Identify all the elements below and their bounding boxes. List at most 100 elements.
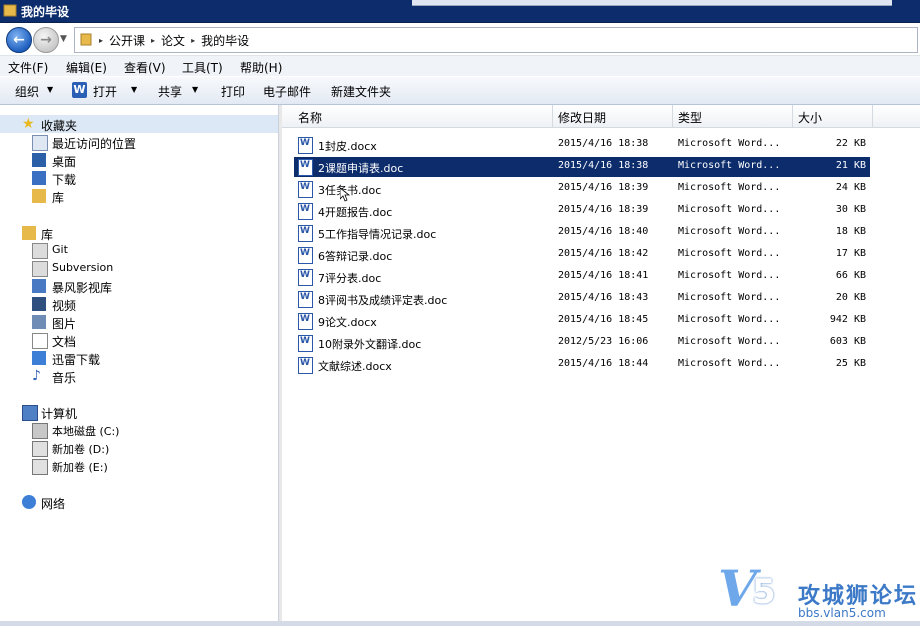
file-date: 2015/4/16 18:39 [558, 182, 649, 193]
file-size: 24 KB [835, 182, 866, 193]
file-row[interactable]: 6答辩记录.doc 2015/4/16 18:42 Microsoft Word..… [294, 245, 870, 265]
print-button[interactable]: 打印 [221, 83, 245, 100]
file-size: 25 KB [835, 358, 866, 369]
forward-button[interactable]: → [33, 27, 59, 53]
nav-documents[interactable]: 文档 [52, 333, 76, 350]
menu-help[interactable]: 帮助(H) [240, 59, 282, 76]
breadcrumb-item[interactable]: 公开课 [109, 32, 145, 49]
breadcrumb-item[interactable]: 论文 [161, 32, 185, 49]
nav-library-fav[interactable]: 库 [52, 189, 64, 206]
file-date: 2015/4/16 18:40 [558, 226, 649, 237]
file-size: 942 KB [829, 314, 866, 325]
word-document-icon [298, 313, 313, 330]
video-icon [32, 297, 46, 311]
file-date: 2015/4/16 18:44 [558, 358, 649, 369]
nav-libraries[interactable]: 库 [41, 226, 53, 243]
file-type: Microsoft Word... [678, 336, 781, 347]
nav-desktop[interactable]: 桌面 [52, 153, 76, 170]
nav-recent[interactable]: 最近访问的位置 [52, 135, 136, 152]
menu-edit[interactable]: 编辑(E) [66, 59, 107, 76]
organize-button[interactable]: 组织 [15, 83, 39, 100]
file-name: 9论文.docx [318, 316, 377, 329]
file-row[interactable]: 1封皮.docx 2015/4/16 18:38 Microsoft Word...… [294, 135, 870, 155]
back-button[interactable]: ← [6, 27, 32, 53]
file-date: 2015/4/16 18:38 [558, 138, 649, 149]
file-type: Microsoft Word... [678, 138, 781, 149]
open-button[interactable]: 打开 [93, 83, 117, 100]
file-date: 2015/4/16 18:43 [558, 292, 649, 303]
file-type: Microsoft Word... [678, 248, 781, 259]
title-bar: 我的毕设 [0, 0, 920, 23]
word-document-icon [298, 357, 313, 374]
file-date: 2015/4/16 18:39 [558, 204, 649, 215]
back-arrow-icon: ← [13, 32, 25, 48]
address-field[interactable]: ▸ 公开课 ▸ 论文 ▸ 我的毕设 [74, 27, 918, 53]
file-row[interactable]: 2课题申请表.doc 2015/4/16 18:38 Microsoft Word.… [294, 157, 870, 177]
column-header-size[interactable]: 大小 [798, 109, 822, 126]
file-name: 5工作指导情况记录.doc [318, 228, 437, 241]
file-row[interactable]: 10附录外文翻译.doc 2012/5/23 16:06 Microsoft Wor… [294, 333, 870, 353]
nav-baofeng[interactable]: 暴风影视库 [52, 279, 112, 296]
menu-file[interactable]: 文件(F) [8, 59, 48, 76]
file-type: Microsoft Word... [678, 204, 781, 215]
nav-videos[interactable]: 视频 [52, 297, 76, 314]
column-header-date[interactable]: 修改日期 [558, 109, 606, 126]
watermark-url: bbs.vlan5.com [798, 606, 886, 620]
documents-icon [32, 333, 48, 349]
nav-downloads[interactable]: 下载 [52, 171, 76, 188]
nav-network[interactable]: 网络 [41, 495, 65, 512]
file-row[interactable]: 3任务书.doc2015/4/16 18:39Microsoft Word...… [294, 179, 870, 199]
chevron-down-icon[interactable]: ▼ [192, 85, 198, 94]
share-button[interactable]: 共享 [158, 83, 182, 100]
chevron-right-icon[interactable]: ▸ [99, 36, 103, 45]
chevron-right-icon[interactable]: ▸ [191, 36, 195, 45]
column-divider[interactable] [672, 105, 673, 127]
file-size: 66 KB [835, 270, 866, 281]
nav-drive-d[interactable]: 新加卷 (D:) [52, 441, 109, 457]
nav-drive-c[interactable]: 本地磁盘 (C:) [52, 423, 119, 439]
word-document-icon [298, 159, 313, 176]
nav-xunlei[interactable]: 迅雷下载 [52, 351, 100, 368]
nav-favorites[interactable]: 收藏夹 [41, 117, 77, 134]
column-header-name[interactable]: 名称 [298, 109, 322, 126]
nav-pictures[interactable]: 图片 [52, 315, 76, 332]
forward-arrow-icon: → [40, 32, 52, 48]
file-type: Microsoft Word... [678, 160, 781, 171]
nav-music[interactable]: 音乐 [52, 369, 76, 386]
column-divider[interactable] [552, 105, 553, 127]
word-document-icon [298, 137, 313, 154]
nav-git[interactable]: Git [52, 243, 68, 256]
watermark-v: V [718, 559, 757, 618]
file-name: 7评分表.doc [318, 272, 382, 285]
recent-places-icon [32, 135, 48, 151]
file-row[interactable]: 8评阅书及成绩评定表.doc 2015/4/16 18:43 Microsoft W… [294, 289, 870, 309]
file-size: 21 KB [835, 160, 866, 171]
subversion-icon [32, 261, 48, 277]
nav-subversion[interactable]: Subversion [52, 261, 113, 274]
drive-icon [32, 423, 48, 439]
chevron-down-icon[interactable]: ▼ [47, 85, 53, 94]
chevron-down-icon[interactable]: ▼ [131, 85, 137, 94]
file-row[interactable]: 5工作指导情况记录.doc 2015/4/16 18:40 Microsoft Wo… [294, 223, 870, 243]
column-divider[interactable] [792, 105, 793, 127]
column-divider[interactable] [872, 105, 873, 127]
file-name: 文献综述.docx [318, 360, 392, 373]
nav-computer[interactable]: 计算机 [41, 405, 77, 422]
menu-tools[interactable]: 工具(T) [182, 59, 223, 76]
command-bar: 组织 ▼ W 打开 ▼ 共享 ▼ 打印 电子邮件 新建文件夹 [0, 77, 920, 105]
new-folder-button[interactable]: 新建文件夹 [331, 83, 391, 100]
file-name: 6答辩记录.doc [318, 250, 393, 263]
breadcrumb-item[interactable]: 我的毕设 [201, 32, 249, 49]
email-button[interactable]: 电子邮件 [263, 83, 311, 100]
column-header-type[interactable]: 类型 [678, 109, 702, 126]
file-row[interactable]: 文献综述.docx 2015/4/16 18:44 Microsoft Word..… [294, 355, 870, 375]
chevron-right-icon[interactable]: ▸ [151, 36, 155, 45]
nav-drive-e[interactable]: 新加卷 (E:) [52, 459, 108, 475]
file-type: Microsoft Word... [678, 358, 781, 369]
file-row[interactable]: 4开题报告.doc 2015/4/16 18:39 Microsoft Word..… [294, 201, 870, 221]
history-dropdown-icon[interactable]: ▼ [60, 34, 67, 44]
file-row[interactable]: 9论文.docx 2015/4/16 18:45 Microsoft Word...… [294, 311, 870, 331]
file-row[interactable]: 7评分表.doc 2015/4/16 18:41 Microsoft Word...… [294, 267, 870, 287]
file-name: 8评阅书及成绩评定表.doc [318, 294, 448, 307]
menu-view[interactable]: 查看(V) [124, 59, 166, 76]
